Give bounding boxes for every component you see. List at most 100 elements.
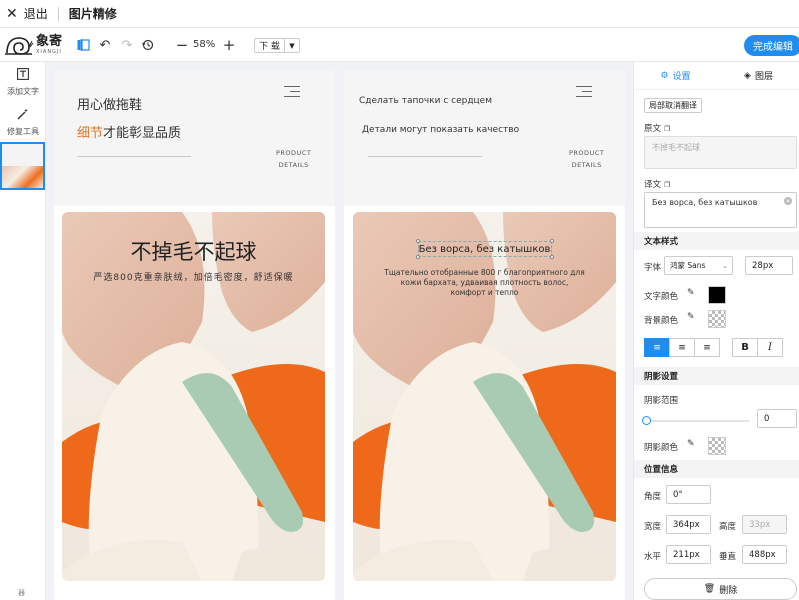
text-style-group: B I xyxy=(732,338,783,357)
page-header: Сделать тапочки с сердцем Детали могут п… xyxy=(344,70,625,206)
text-color-swatch[interactable] xyxy=(708,286,726,304)
bold-icon[interactable]: B xyxy=(732,338,758,357)
product-photo[interactable]: 不掉毛不起球 严选800克重亲肤绒，加倍毛密度，舒适保暖 xyxy=(62,212,325,581)
toolbar: 象寄 XIANGJI ↶ ↷ − 58% + 下 载 ▼ 完成编辑 xyxy=(0,28,799,62)
bottom-mark: 器 xyxy=(18,589,25,597)
menu-icon xyxy=(284,86,300,98)
logo: 象寄 XIANGJI xyxy=(4,31,66,59)
zoom-in-icon[interactable]: + xyxy=(222,36,236,54)
translation-label: 译文 ❐ xyxy=(644,180,671,190)
translation-text-field[interactable]: Без ворса, без катышков ✕ xyxy=(644,192,797,228)
product-details-label[interactable]: PRODUCT DETAILS xyxy=(276,147,311,171)
font-value: 鸿蒙 Sans xyxy=(670,261,706,270)
undo-icon[interactable]: ↶ xyxy=(98,38,112,53)
photo-subtitle[interactable]: 严选800克重亲肤绒，加倍毛密度，舒适保暖 xyxy=(62,270,325,283)
properties-panel: ⚙ 设置 ◈ 图层 局部取消翻译 原文 ❐ 不掉毛不起球 译文 ❐ Без ворс… xyxy=(633,62,799,600)
headline-2[interactable]: 细节才能彰显品质 xyxy=(77,122,181,141)
top-bar: ✕ 退出 图片精修 xyxy=(0,0,799,28)
download-label: 下 载 xyxy=(255,39,285,52)
tab-settings[interactable]: ⚙ 设置 xyxy=(634,62,717,89)
tab-layers-label: 图层 xyxy=(754,72,773,82)
product-details-label[interactable]: PRODUCT DETAILS xyxy=(569,147,604,171)
eyedropper-icon[interactable]: ✎ xyxy=(687,312,695,322)
eyedropper-icon[interactable]: ✎ xyxy=(687,439,695,449)
layers-icon: ◈ xyxy=(744,70,751,81)
download-dropdown[interactable]: 下 载 ▼ xyxy=(254,38,300,53)
divider-line xyxy=(368,156,482,157)
photo-title[interactable]: Без ворса, без катышков xyxy=(353,244,616,255)
angle-input[interactable]: 0° xyxy=(666,485,711,504)
history-icon[interactable] xyxy=(141,38,155,52)
compare-icon[interactable] xyxy=(76,38,90,52)
headline-rest: 才能彰显品质 xyxy=(103,126,182,141)
original-text-field: 不掉毛不起球 xyxy=(644,136,797,169)
panel-tabs: ⚙ 设置 ◈ 图层 xyxy=(634,62,799,90)
zoom-out-icon[interactable]: − xyxy=(175,36,189,54)
trash-icon: 🗑 xyxy=(703,584,716,594)
shadow-section: 阴影设置 xyxy=(634,367,799,385)
clear-icon[interactable]: ✕ xyxy=(784,197,792,205)
add-text-label: 添加文字 xyxy=(7,87,39,96)
shadow-color-label: 阴影颜色 xyxy=(644,443,679,453)
logo-text: 象寄 xyxy=(36,34,63,49)
translated-page: Сделать тапочки с сердцем Детали могут п… xyxy=(344,70,625,600)
font-label: 字体 xyxy=(644,263,662,273)
shadow-range-slider[interactable] xyxy=(642,416,749,425)
horizontal-input[interactable]: 211px xyxy=(666,545,711,564)
width-input[interactable]: 364px xyxy=(666,515,711,534)
redo-icon[interactable]: ↷ xyxy=(120,38,134,53)
slipper-photo-graphic xyxy=(62,212,325,581)
product-photo[interactable]: Без ворса, без катышков Тщательно отобра… xyxy=(353,212,616,581)
exit-label: 退出 xyxy=(23,7,48,21)
align-right-icon[interactable]: ≡ xyxy=(694,338,720,357)
page-thumbnail[interactable] xyxy=(0,142,45,190)
text-style-section: 文本样式 xyxy=(634,232,799,250)
headline-2[interactable]: Детали могут показать качество xyxy=(362,125,519,135)
divider xyxy=(57,6,59,21)
font-select[interactable]: 鸿蒙 Sans ⌄ xyxy=(664,256,733,275)
shadow-range-label: 阴影范围 xyxy=(644,396,679,406)
bg-color-swatch[interactable] xyxy=(708,310,726,328)
copy-icon[interactable]: ❐ xyxy=(664,181,670,189)
align-center-icon[interactable]: ≡ xyxy=(669,338,695,357)
eyedropper-icon[interactable]: ✎ xyxy=(687,288,695,298)
align-left-icon[interactable]: ≡ xyxy=(644,338,670,357)
vertical-input[interactable]: 488px xyxy=(742,545,787,564)
font-size-input[interactable]: 28px xyxy=(745,256,793,275)
copy-icon[interactable]: ❐ xyxy=(664,125,670,133)
zoom-level: 58% xyxy=(193,39,216,50)
bg-color-label: 背景颜色 xyxy=(644,316,679,326)
add-text-tool[interactable]: 添加文字 xyxy=(0,68,46,97)
headline-1[interactable]: Сделать тапочки с сердцем xyxy=(359,96,492,106)
tab-layers[interactable]: ◈ 图层 xyxy=(717,62,799,89)
text-color-label: 文字颜色 xyxy=(644,292,679,302)
alignment-group: ≡ ≡ ≡ xyxy=(644,338,720,357)
repair-tool[interactable]: 修复工具 xyxy=(0,108,46,137)
finish-edit-button[interactable]: 完成编辑 xyxy=(744,35,799,56)
gear-icon: ⚙ xyxy=(660,70,669,81)
cancel-translate-button[interactable]: 局部取消翻译 xyxy=(644,98,702,113)
shadow-color-swatch[interactable] xyxy=(708,437,726,455)
menu-icon xyxy=(576,86,592,98)
shadow-range-input[interactable]: 0 xyxy=(757,409,797,428)
repair-tool-label: 修复工具 xyxy=(7,127,39,136)
exit-button[interactable]: ✕ 退出 xyxy=(0,5,48,22)
delete-label: 删除 xyxy=(719,585,738,596)
original-page: 用心做拖鞋 细节才能彰显品质 PRODUCT DETAILS 不掉毛不起球 严选… xyxy=(54,70,335,600)
chevron-down-icon: ⌄ xyxy=(722,261,728,270)
vertical-label: 垂直 xyxy=(719,552,737,562)
italic-icon[interactable]: I xyxy=(757,338,783,357)
tab-settings-label: 设置 xyxy=(672,72,691,82)
slider-knob[interactable] xyxy=(642,416,651,425)
photo-subtitle[interactable]: Тщательно отобранные 800 г благоприятног… xyxy=(353,268,616,298)
height-input: 33px xyxy=(742,515,787,534)
angle-label: 角度 xyxy=(644,492,662,502)
magic-wand-icon xyxy=(0,108,46,124)
original-label: 原文 ❐ xyxy=(644,124,671,134)
logo-subtext: XIANGJI xyxy=(36,49,62,55)
delete-button[interactable]: 🗑 删除 xyxy=(644,578,797,600)
page-title: 图片精修 xyxy=(68,7,117,21)
headline-1[interactable]: 用心做拖鞋 xyxy=(77,94,142,113)
photo-title[interactable]: 不掉毛不起球 xyxy=(62,236,325,266)
height-label: 高度 xyxy=(719,522,737,532)
